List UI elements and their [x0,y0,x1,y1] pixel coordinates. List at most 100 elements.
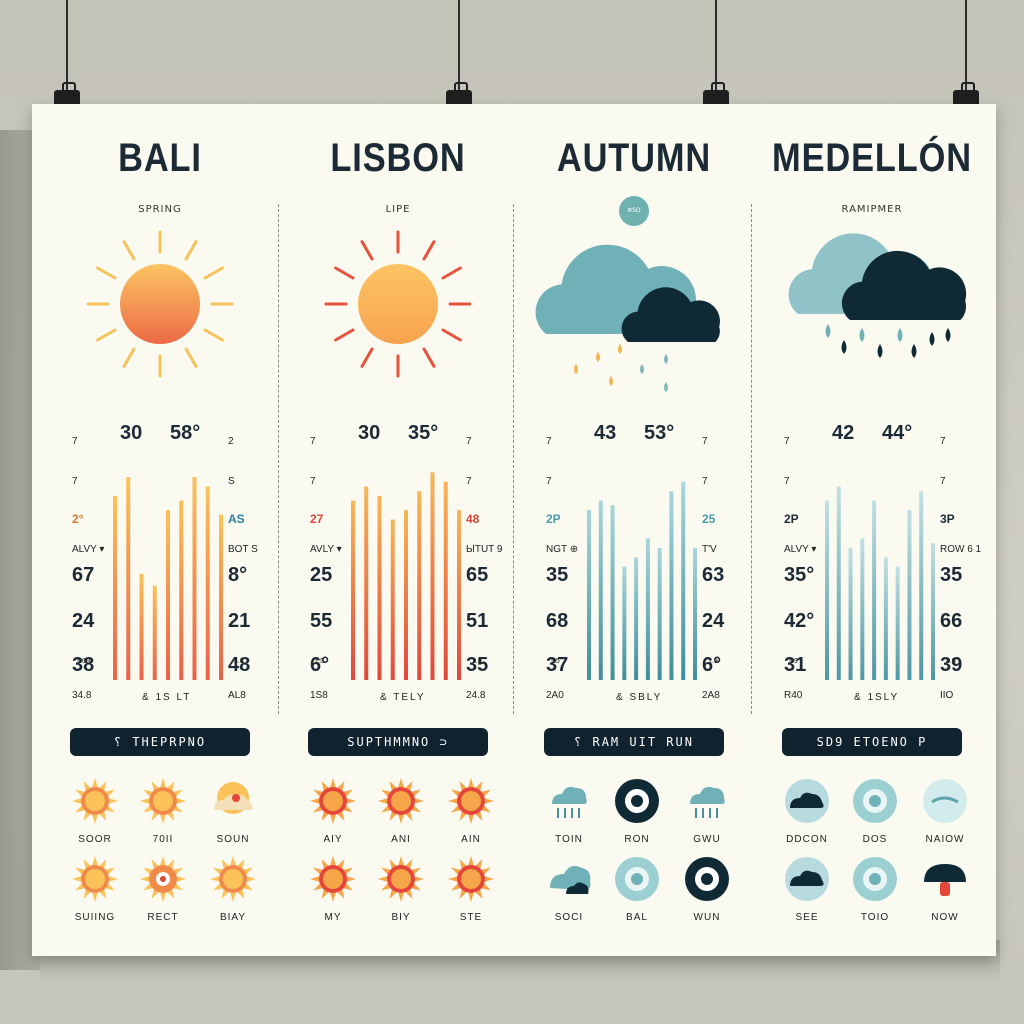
rain-cloud-icon [535,244,720,392]
stat-label: 1.S [314,658,325,665]
sun-ray [422,240,436,261]
ring-icon [853,857,897,901]
city-title: MEDELLÓN [772,136,972,180]
mini-forecast-label: SUIING [74,912,116,923]
city-column-3: MEDELLÓN RAMIPMER 42 44° 7 7 2P ALVY ▾ 35° 42° 31 R… [754,104,990,956]
stat-label: ROW 6 1 [940,544,982,555]
rain-drop [596,352,600,362]
mini-forecast-label: NAIOW [925,834,965,845]
city-column-2: AUTUMN ΦSO 43 53° 7 7 2P NGT ⊕ 35 68 37 2A0 7 7 25 T'V 6… [516,104,752,956]
sun-ray [96,328,117,342]
sun-ray [441,266,462,280]
mini-forecast-label: BIAY [219,912,247,923]
mini-forecast-item: DDCON [777,776,837,845]
mini-forecast-item: NOW [915,854,975,923]
bar-caption: & 1SLY [854,692,900,703]
city-title: BALI [118,136,202,180]
rain-drop [841,340,847,354]
peak-value: 30 [358,422,381,444]
bar [192,477,197,680]
bar [598,500,603,680]
forecast-pill-button[interactable]: SUPTHMMNO ⊃ [308,728,488,756]
rain-drop [618,344,622,354]
sun-ray [360,240,374,261]
stat-label: 2P [784,512,799,526]
column-divider [278,204,279,714]
forecast-pill-button[interactable]: ⸮ RAM UIT RUN [544,728,724,756]
mini-forecast-label: STE [459,912,483,923]
stat-label: NGT ⊕ [546,544,579,555]
weather-illustration [42,224,278,404]
stat-label: 1.5 [550,658,560,665]
mini-forecast-label: WUN [693,912,721,923]
ring-icon [615,779,659,823]
mini-forecast-item: WUN [677,854,737,923]
season-label: LIPE [385,204,411,215]
stat-label: 7 [466,436,472,447]
sun-ray [334,266,355,280]
peak-value: 53° [644,422,675,444]
peak-value: 43 [594,422,617,444]
sun-icon [448,778,494,824]
sun-icon [324,230,472,378]
peak-value: 44° [882,422,913,444]
bar [610,505,615,680]
bar [587,510,591,680]
city-title: LISBON [330,136,466,180]
stat-value: 42° [784,610,815,632]
sun-flower-icon [72,856,118,902]
sun-ray [122,347,136,368]
temperature-bars [113,477,223,680]
bar [219,514,223,680]
mini-forecast-label: MY [324,912,342,923]
stat-value: 24 [702,610,725,632]
weather-illustration [280,224,516,404]
bar [152,585,157,680]
forecast-pill-button[interactable]: SD9 ETOENO P [782,728,962,756]
bar [907,510,912,680]
bar [364,486,369,680]
forecast-pill-button[interactable]: ⸮ THEPRPNO [70,728,250,756]
mini-forecast-label: 70II [152,834,174,845]
stat-value: 25 [310,564,333,586]
stat-value: 55 [310,610,333,632]
bar [443,481,448,680]
cloud-icon [550,866,591,894]
mini-forecast-item: SOUN [203,776,263,845]
bar [622,566,627,680]
stat-label: 2A8 [702,690,720,701]
rain-drop [640,364,644,374]
stat-value: 24 [72,610,95,632]
rain-drop [859,328,865,342]
mini-forecast-label: NOW [931,912,959,923]
stat-value: 66 [940,610,963,632]
sun-disc [358,264,438,344]
city-column-1: LISBON LIPE 30 35° 7 7 27 AVLY ▾ 25 55 6° 1S8 7 7 48 ЫT… [280,104,516,956]
bar [417,491,422,680]
stat-label: 4.5 [946,658,956,665]
stat-label: AS [228,512,245,526]
sun-disc [120,264,200,344]
mini-forecast-label: AIN [461,834,481,845]
sun-icon [378,778,424,824]
rain-drop [929,332,935,346]
bar [931,543,935,680]
stat-value: 35 [546,564,569,586]
mini-forecast-item: AIY [303,776,363,845]
bar [848,547,853,680]
bar [860,538,865,680]
stat-label: 1.9 [472,658,482,665]
mini-forecast-item: SOCI [539,854,599,923]
rain-cloud-icon [788,233,967,358]
stat-label: 7 [546,436,552,447]
stat-label: 7 [310,436,316,447]
stat-label: 7 [940,436,946,447]
peak-value: 58° [170,422,201,444]
rain-drop [897,328,903,342]
sun-ray [422,347,436,368]
bar [166,510,170,680]
bar [404,510,408,680]
stat-label: 2 [228,436,234,447]
stat-label: BOT S [228,544,258,555]
stat-label: AVLY ▾ [310,544,342,555]
